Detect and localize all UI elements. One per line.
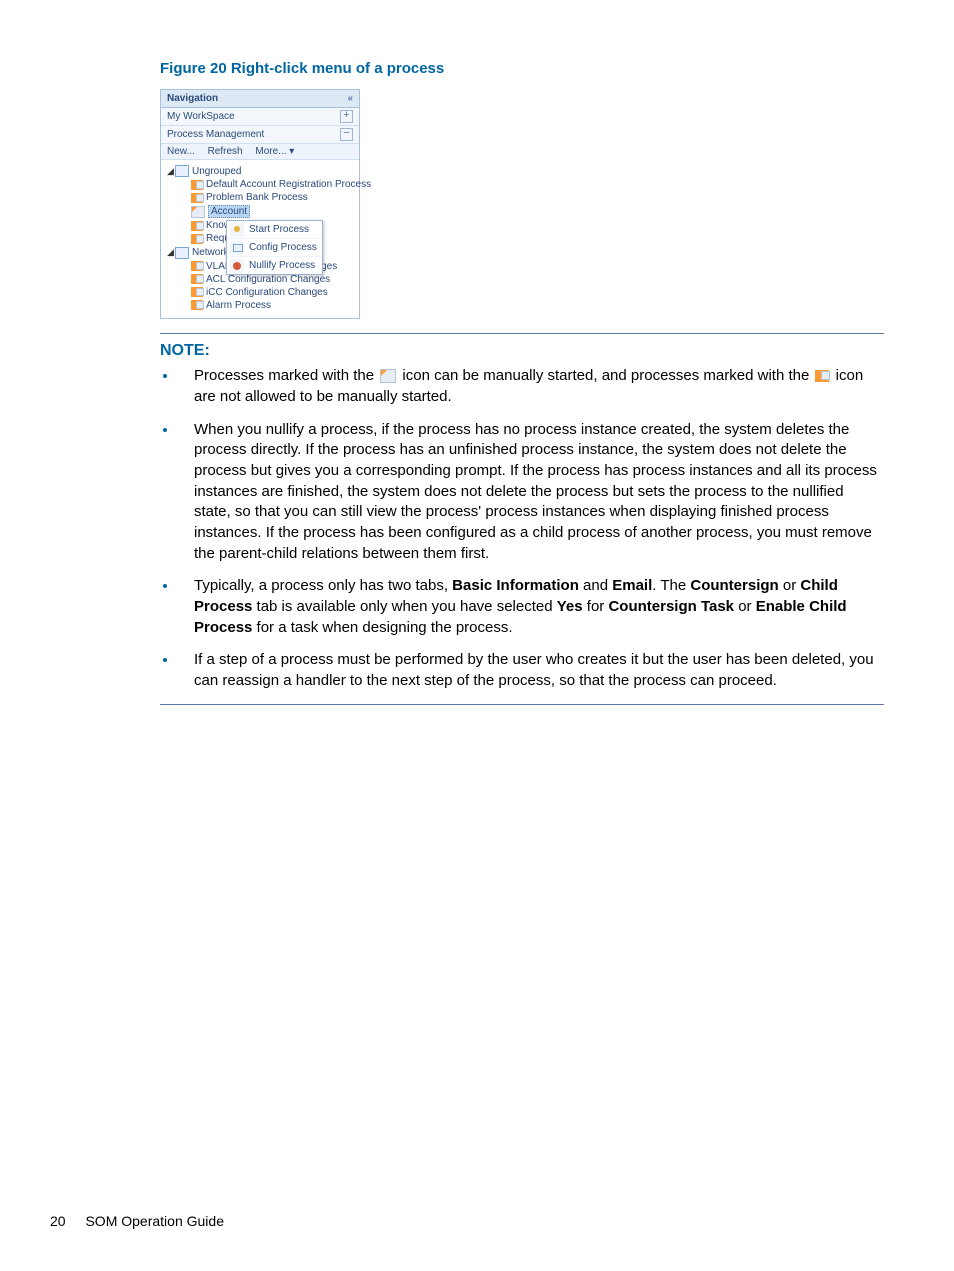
- tree-item[interactable]: iCC Configuration Changes: [165, 286, 355, 299]
- ctx-label: Start Process: [249, 224, 309, 235]
- toolbar-more[interactable]: More... ▾: [255, 146, 294, 157]
- note-text: Processes marked with the: [194, 367, 378, 384]
- ctx-nullify-process[interactable]: Nullify Process: [227, 257, 322, 274]
- group-label: Ungrouped: [192, 166, 241, 177]
- note-list: Processes marked with the icon can be ma…: [178, 366, 884, 692]
- navigation-title: Navigation: [167, 93, 218, 104]
- process-locked-icon: [815, 370, 829, 382]
- note-bold: Countersign Task: [608, 598, 734, 615]
- workspace-label: My WorkSpace: [167, 111, 235, 122]
- tree-item[interactable]: Problem Bank Process: [165, 191, 355, 204]
- note-bold: Basic Information: [452, 577, 579, 594]
- note-text: and: [579, 577, 612, 594]
- nav-row-workspace[interactable]: My WorkSpace +: [161, 108, 359, 126]
- ctx-start-process[interactable]: Start Process: [227, 221, 322, 239]
- note-text: When you nullify a process, if the proce…: [194, 421, 877, 562]
- tree-item[interactable]: Default Account Registration Process: [165, 178, 355, 191]
- expand-icon[interactable]: +: [340, 110, 353, 123]
- separator: [160, 704, 884, 705]
- page-footer: 20 SOM Operation Guide: [50, 1213, 224, 1229]
- ctx-config-process[interactable]: Config Process: [227, 239, 322, 257]
- context-menu: Start Process Config Process Nullify Pro…: [226, 220, 323, 275]
- note-text: for: [583, 598, 609, 615]
- collapse-icon[interactable]: «: [347, 93, 353, 104]
- note-text: for a task when designing the process.: [252, 619, 512, 636]
- tree-group-ungrouped[interactable]: ◢Ungrouped: [165, 164, 355, 178]
- group-label: Network: [192, 247, 229, 258]
- note-item: If a step of a process must be performed…: [178, 650, 884, 691]
- note-item: Typically, a process only has two tabs, …: [178, 576, 884, 638]
- note-text: or: [779, 577, 801, 594]
- ctx-label: Config Process: [249, 242, 317, 253]
- note-bold: Yes: [557, 598, 583, 615]
- process-tree: ◢Ungrouped Default Account Registration …: [161, 160, 359, 318]
- note-item: Processes marked with the icon can be ma…: [178, 366, 884, 407]
- tree-item-label: Alarm Process: [206, 300, 271, 311]
- nullify-icon: [230, 259, 244, 273]
- process-locked-icon: [191, 193, 203, 203]
- tree-item-label: Account: [208, 205, 250, 218]
- note-text: or: [734, 598, 756, 615]
- folder-icon: [175, 247, 189, 259]
- page: Figure 20 Right-click menu of a process …: [0, 0, 954, 1271]
- tree-item[interactable]: Alarm Process: [165, 299, 355, 312]
- footer-title: SOM Operation Guide: [85, 1213, 224, 1229]
- process-locked-icon: [191, 287, 203, 297]
- toolbar-refresh[interactable]: Refresh: [208, 146, 243, 157]
- separator: [160, 333, 884, 334]
- process-locked-icon: [191, 221, 203, 231]
- tree-item-label: Problem Bank Process: [206, 192, 308, 203]
- note-heading: NOTE:: [160, 342, 884, 360]
- config-icon: [230, 241, 244, 255]
- note-text: icon can be manually started, and proces…: [402, 367, 813, 384]
- note-item: When you nullify a process, if the proce…: [178, 420, 884, 565]
- process-locked-icon: [191, 261, 203, 271]
- note-bold: Countersign: [690, 577, 778, 594]
- note-text: If a step of a process must be performed…: [194, 651, 874, 689]
- page-number: 20: [50, 1213, 66, 1229]
- process-locked-icon: [191, 300, 203, 310]
- note-text: tab is available only when you have sele…: [252, 598, 556, 615]
- start-icon: [230, 223, 244, 237]
- note-bold: Email: [612, 577, 652, 594]
- toolbar-new[interactable]: New...: [167, 146, 195, 157]
- tree-item-selected[interactable]: Account: [165, 204, 355, 219]
- folder-icon: [175, 165, 189, 177]
- process-locked-icon: [191, 180, 203, 190]
- nav-toolbar: New... Refresh More... ▾: [161, 144, 359, 160]
- collapse-icon[interactable]: −: [340, 128, 353, 141]
- navigation-header: Navigation «: [161, 90, 359, 108]
- note-text: . The: [652, 577, 690, 594]
- process-locked-icon: [191, 234, 203, 244]
- process-locked-icon: [191, 274, 203, 284]
- process-startable-icon: [380, 369, 396, 383]
- tree-item-label: ACL Configuration Changes: [206, 274, 330, 285]
- pm-label: Process Management: [167, 129, 264, 140]
- note-text: Typically, a process only has two tabs,: [194, 577, 452, 594]
- figure-caption: Figure 20 Right-click menu of a process: [160, 60, 884, 77]
- navigation-panel: Navigation « My WorkSpace + Process Mana…: [160, 89, 360, 319]
- content: Figure 20 Right-click menu of a process …: [160, 60, 884, 705]
- process-startable-icon: [191, 206, 205, 218]
- tree-item-label: iCC Configuration Changes: [206, 287, 328, 298]
- ctx-label: Nullify Process: [249, 260, 315, 271]
- nav-row-process-management[interactable]: Process Management −: [161, 126, 359, 144]
- tree-item-label: Default Account Registration Process: [206, 179, 371, 190]
